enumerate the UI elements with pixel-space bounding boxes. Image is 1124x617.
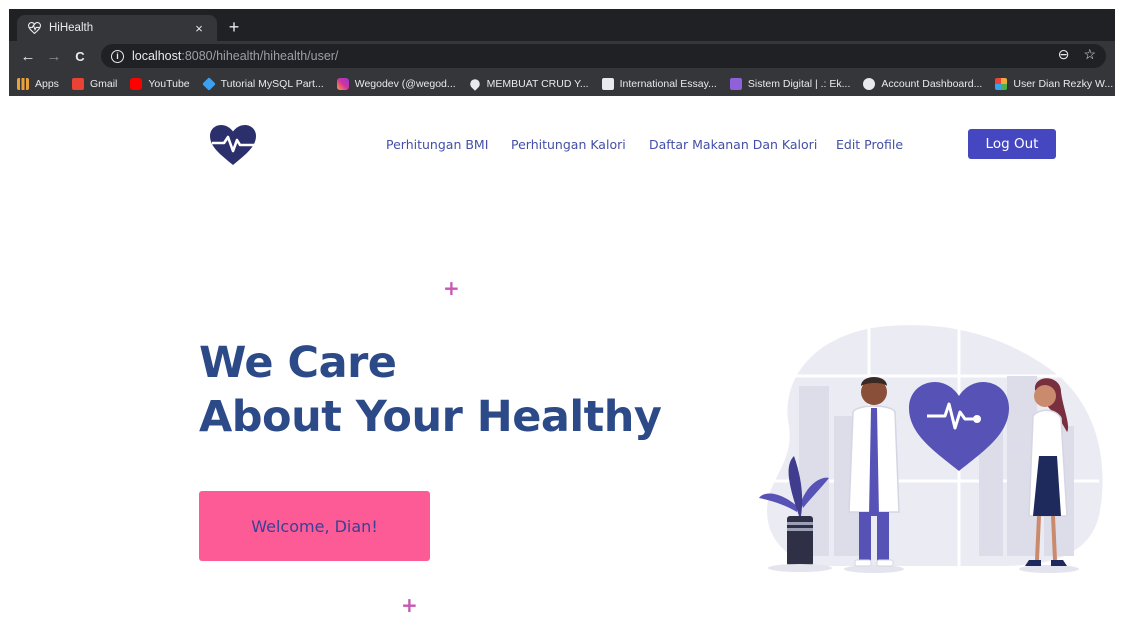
url-host: localhost [132, 49, 182, 63]
page-content: Perhitungan BMI Perhitungan Kalori Dafta… [9, 96, 1115, 617]
bookmark-label: Tutorial MySQL Part... [220, 77, 324, 90]
forward-button[interactable]: → [41, 48, 67, 65]
zoom-icon[interactable]: ⊖ [1058, 46, 1070, 63]
plus-decoration-icon: + [401, 593, 418, 617]
bookmark-user-dian[interactable]: User Dian Rezky W... [995, 77, 1114, 90]
tab-strip: HiHealth × + [9, 9, 1115, 41]
bookmark-label: MEMBUAT CRUD Y... [486, 77, 589, 90]
new-tab-button[interactable]: + [223, 17, 245, 39]
instagram-icon [336, 77, 349, 90]
browser-toolbar: ← → C i localhost:8080/hihealth/hihealth… [9, 41, 1115, 71]
pin-icon [467, 76, 482, 91]
close-tab-icon[interactable]: × [191, 21, 207, 36]
bookmark-tutorial-mysql[interactable]: Tutorial MySQL Part... [201, 76, 324, 91]
code-icon [201, 76, 216, 91]
reload-button[interactable]: C [67, 49, 93, 64]
address-bar[interactable]: i localhost:8080/hihealth/hihealth/user/… [101, 44, 1106, 68]
bookmark-label: Apps [35, 77, 59, 90]
tab-hihealth[interactable]: HiHealth × [17, 15, 217, 41]
hero-line-1: We Care [199, 338, 397, 388]
bookmark-youtube[interactable]: YouTube [130, 77, 190, 90]
star-icon[interactable]: ☆ [1083, 46, 1096, 63]
url-path: :8080/hihealth/hihealth/user/ [181, 49, 339, 63]
heart-pulse-icon [27, 21, 41, 35]
bookmark-account-dashboard[interactable]: Account Dashboard... [863, 77, 983, 90]
hero-heading: We Care About Your Healthy [199, 336, 662, 444]
nav-perhitungan-kalori[interactable]: Perhitungan Kalori [511, 137, 626, 152]
puzzle-icon [729, 77, 742, 90]
youtube-icon [130, 77, 143, 90]
info-icon[interactable]: i [111, 49, 124, 63]
grid-icon [995, 77, 1008, 90]
url-text[interactable]: localhost:8080/hihealth/hihealth/user/ [132, 49, 338, 63]
gmail-icon [71, 77, 84, 90]
bookmark-label: Wegodev (@wegod... [354, 77, 456, 90]
bookmark-label: International Essay... [619, 77, 717, 90]
nav-daftar-makanan[interactable]: Daftar Makanan Dan Kalori [649, 137, 817, 152]
nav-edit-profile[interactable]: Edit Profile [836, 137, 903, 152]
hero-line-2: About Your Healthy [199, 392, 662, 442]
bookmark-membuat-crud[interactable]: MEMBUAT CRUD Y... [467, 76, 589, 91]
bookmark-label: Sistem Digital | .: Ek... [747, 77, 851, 90]
logout-button[interactable]: Log Out [968, 129, 1056, 159]
bookmarks-bar: Apps Gmail YouTube Tutorial MySQL Part..… [9, 71, 1115, 96]
bookmark-label: Gmail [89, 77, 118, 90]
bookmark-sistem-digital[interactable]: Sistem Digital | .: Ek... [729, 77, 851, 90]
browser-window: HiHealth × + ← → C i localhost:8080/hihe… [9, 9, 1115, 617]
bookmark-label: YouTube [148, 77, 190, 90]
bookmark-international-essay[interactable]: International Essay... [601, 77, 717, 90]
heart-pulse-logo-icon[interactable] [209, 124, 257, 166]
globe-icon [863, 77, 876, 90]
bookmark-apps[interactable]: Apps [17, 77, 59, 90]
bookmark-gmail[interactable]: Gmail [71, 77, 118, 90]
nav-perhitungan-bmi[interactable]: Perhitungan BMI [386, 137, 488, 152]
bookmark-wegodev[interactable]: Wegodev (@wegod... [336, 77, 456, 90]
bookmark-label: Account Dashboard... [881, 77, 983, 90]
tab-title: HiHealth [49, 22, 94, 34]
plus-decoration-icon: + [443, 276, 460, 300]
bookmark-label: User Dian Rezky W... [1013, 77, 1114, 90]
apps-icon [17, 77, 29, 90]
welcome-button[interactable]: Welcome, Dian! [199, 491, 430, 561]
back-button[interactable]: ← [15, 48, 41, 65]
doc-icon [601, 77, 614, 90]
doctors-heart-illustration [759, 324, 1103, 573]
